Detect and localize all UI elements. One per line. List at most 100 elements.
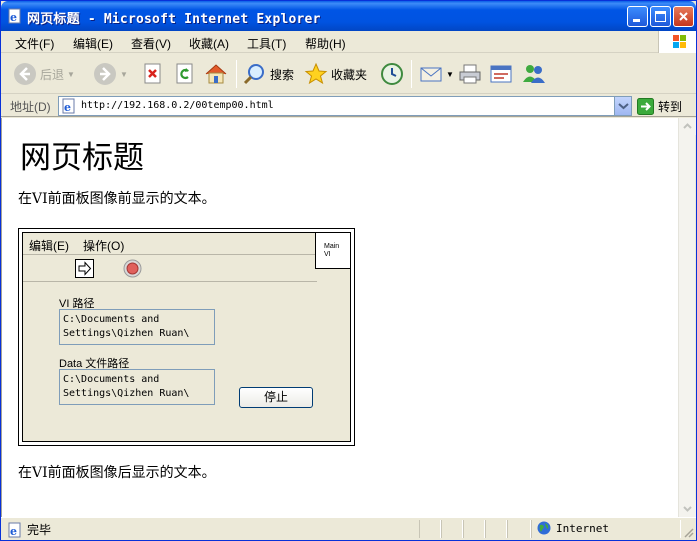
go-button[interactable]: 转到 [637,96,682,116]
vi-run-button [75,259,94,278]
printer-icon [459,64,481,84]
vi-icon: Main VI [315,233,350,269]
chevron-down-icon [618,103,629,110]
home-button[interactable] [204,60,228,88]
vi-menu-operate: 操作(O) [83,239,125,253]
data-path-line1: C:\Documents and [63,374,160,385]
title-bar[interactable]: e 网页标题 - Microsoft Internet Explorer [1,1,696,31]
menu-view[interactable]: 查看(V) [131,35,171,52]
abort-icon [123,259,142,278]
globe-icon [537,521,551,535]
mail-button[interactable]: ▼ [419,60,454,88]
vi-icon-label-line1: Main [324,243,340,250]
maximize-button[interactable] [650,6,671,27]
vi-path-field: C:\Documents and Settings\Qizhen Ruan\ [59,309,215,345]
scroll-up-button[interactable] [679,118,696,135]
menu-favorites[interactable]: 收藏(A) [189,35,229,52]
status-cell [463,520,485,538]
toolbar-separator [411,60,412,88]
menu-bar: 文件(F) 编辑(E) 查看(V) 收藏(A) 工具(T) 帮助(H) [1,31,696,53]
minimize-button[interactable] [627,6,648,27]
home-icon [205,64,227,84]
star-icon [304,62,328,85]
messenger-button[interactable] [521,60,547,88]
edit-page-icon [490,65,512,83]
svg-text:e: e [10,11,17,24]
stop-icon [144,63,161,84]
forward-button[interactable]: ▼ [93,60,128,88]
minimize-icon [633,19,640,22]
menu-help[interactable]: 帮助(H) [305,35,346,52]
page-heading: 网页标题 [20,140,144,176]
maximize-icon [655,11,666,22]
status-left: e 完毕 [7,521,51,538]
window-title: 网页标题 - Microsoft Internet Explorer [27,12,321,27]
svg-text:e: e [64,101,71,114]
vi-icon-label-line2: VI [324,251,331,258]
status-bar: e 完毕 Internet [1,517,696,540]
history-icon [381,63,403,85]
status-text: 完毕 [27,523,52,537]
address-bar: 地址(D) e http://192.168.0.2/00temp00.html… [1,95,696,117]
back-button[interactable]: 后退 ▼ [13,60,75,88]
vi-menu-edit: 编辑(E) [29,239,69,253]
address-url: http://192.168.0.2/00temp00.html [81,100,274,111]
vi-front-panel: 编辑(E) 操作(O) Main VI VI 路径 C:\Documents a… [22,232,351,442]
refresh-button[interactable] [175,60,195,88]
stop-button[interactable] [143,60,163,88]
back-label: 后退 [40,67,65,82]
address-input[interactable]: e http://192.168.0.2/00temp00.html [58,96,632,116]
vertical-scrollbar[interactable] [678,118,696,517]
mail-icon [420,67,442,82]
close-icon [679,12,688,21]
close-button[interactable] [673,6,694,27]
mail-dropdown-icon[interactable]: ▼ [446,70,454,79]
scroll-down-icon [683,506,692,512]
scroll-up-icon [683,123,692,129]
vi-menu-bar: 编辑(E) 操作(O) [23,233,317,255]
browser-window: e 网页标题 - Microsoft Internet Explorer 文件(… [0,0,697,541]
menu-tools[interactable]: 工具(T) [247,35,286,52]
messenger-icon [523,65,545,83]
page-done-icon: e [8,522,21,538]
zone-text: Internet [556,521,609,535]
standard-toolbar: 后退 ▼ ▼ 搜索 收藏夹 ▼ [1,54,696,94]
vi-path-line1: C:\Documents and [63,314,160,325]
go-arrow-icon [637,97,654,115]
address-dropdown-button[interactable] [614,97,631,115]
status-cell [441,520,463,538]
vi-front-panel-image: 编辑(E) 操作(O) Main VI VI 路径 C:\Documents a… [18,228,355,446]
search-icon [243,64,264,85]
edit-button[interactable] [489,60,513,88]
vi-stop-button: 停止 [239,387,313,408]
menu-file[interactable]: 文件(F) [15,35,54,52]
svg-text:e: e [10,525,17,538]
scroll-down-button[interactable] [679,500,696,517]
favorites-button[interactable]: 收藏夹 [304,60,367,88]
search-button[interactable]: 搜索 [243,60,294,88]
resize-grip-icon[interactable] [682,526,694,538]
go-label: 转到 [658,99,683,114]
search-label: 搜索 [270,67,295,82]
menu-edit[interactable]: 编辑(E) [73,35,113,52]
run-arrow-icon [78,261,92,276]
status-cell [419,520,441,538]
page-icon: e [62,98,75,114]
status-cell [485,520,507,538]
data-path-field: C:\Documents and Settings\Qizhen Ruan\ [59,369,215,405]
windows-flag-icon [673,35,686,48]
print-button[interactable] [458,60,482,88]
back-arrow-icon [14,63,36,85]
back-dropdown-icon[interactable]: ▼ [67,70,75,79]
text-after-image: 在VI前面板图像后显示的文本。 [18,465,216,481]
ie-page-icon: e [8,8,21,24]
forward-dropdown-icon[interactable]: ▼ [120,70,128,79]
forward-arrow-icon [94,63,116,85]
data-path-line2: Settings\Qizhen Ruan\ [63,388,190,399]
toolbar-separator [236,60,237,88]
vi-icon-label: Main VI [324,243,339,259]
text-before-image: 在VI前面板图像前显示的文本。 [18,191,216,207]
history-button[interactable] [380,60,404,88]
status-cell [507,520,531,538]
vi-abort-button [123,259,142,278]
